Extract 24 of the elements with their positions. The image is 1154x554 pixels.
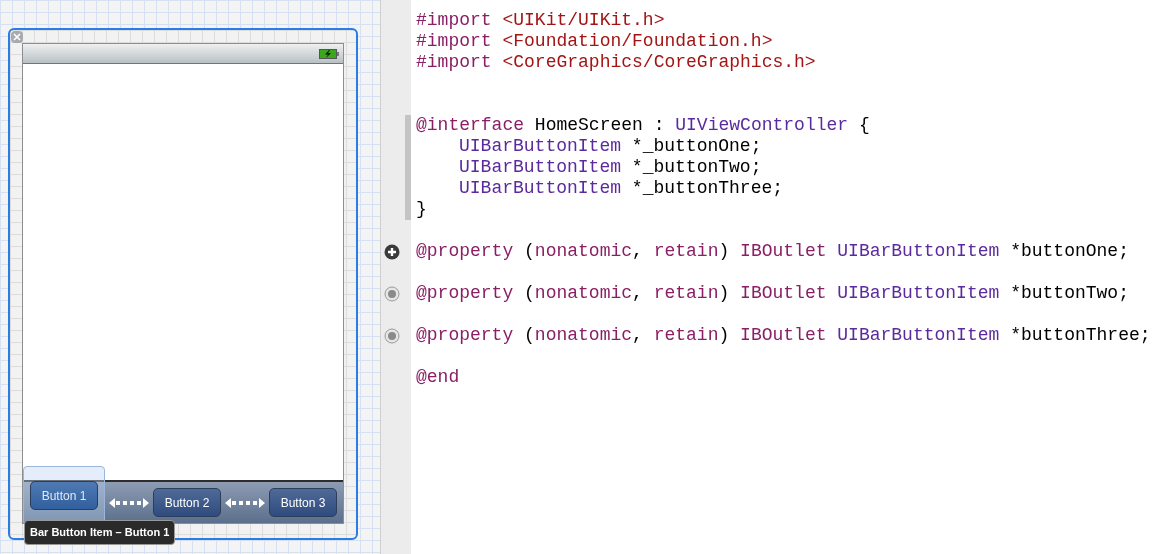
add-connection-icon[interactable] <box>384 243 400 260</box>
code-line: UIBarButtonItem *_buttonOne; <box>459 136 762 157</box>
code-line: UIBarButtonItem *_buttonTwo; <box>459 157 762 178</box>
connection-dot-icon[interactable] <box>384 285 400 302</box>
close-icon[interactable] <box>11 31 23 43</box>
code-line: @interface HomeScreen : UIViewController { <box>416 115 870 136</box>
code-line: #import <CoreGraphics/CoreGraphics.h> <box>416 52 816 73</box>
phone-view[interactable]: Button 1 Button 2 Button 3 <box>22 43 344 524</box>
code-line: @property (nonatomic, retain) IBOutlet UIBarButtonItem *buttonOne; <box>416 241 1129 262</box>
bar-button[interactable]: Button 1 <box>30 481 98 510</box>
tooltip: Bar Button Item – Button 1 <box>24 520 176 545</box>
code-line: #import <Foundation/Foundation.h> <box>416 31 773 52</box>
code-line: #import <UIKit/UIKit.h> <box>416 10 665 31</box>
code-line: } <box>416 199 427 220</box>
flexible-space-arrow-icon <box>109 496 149 509</box>
connection-dot-icon[interactable] <box>384 327 400 344</box>
battery-icon <box>319 48 339 59</box>
code-line: @end <box>416 367 460 388</box>
code-line: UIBarButtonItem *_buttonThree; <box>459 178 784 199</box>
flexible-space-arrow-icon <box>225 496 265 509</box>
bar-button[interactable]: Button 2 <box>153 488 221 517</box>
code-line: @property (nonatomic, retain) IBOutlet UIBarButtonItem *buttonTwo; <box>416 283 1129 304</box>
code-line: @property (nonatomic, retain) IBOutlet UIBarButtonItem *buttonThree; <box>416 325 1151 346</box>
bar-button[interactable]: Button 3 <box>269 488 337 517</box>
